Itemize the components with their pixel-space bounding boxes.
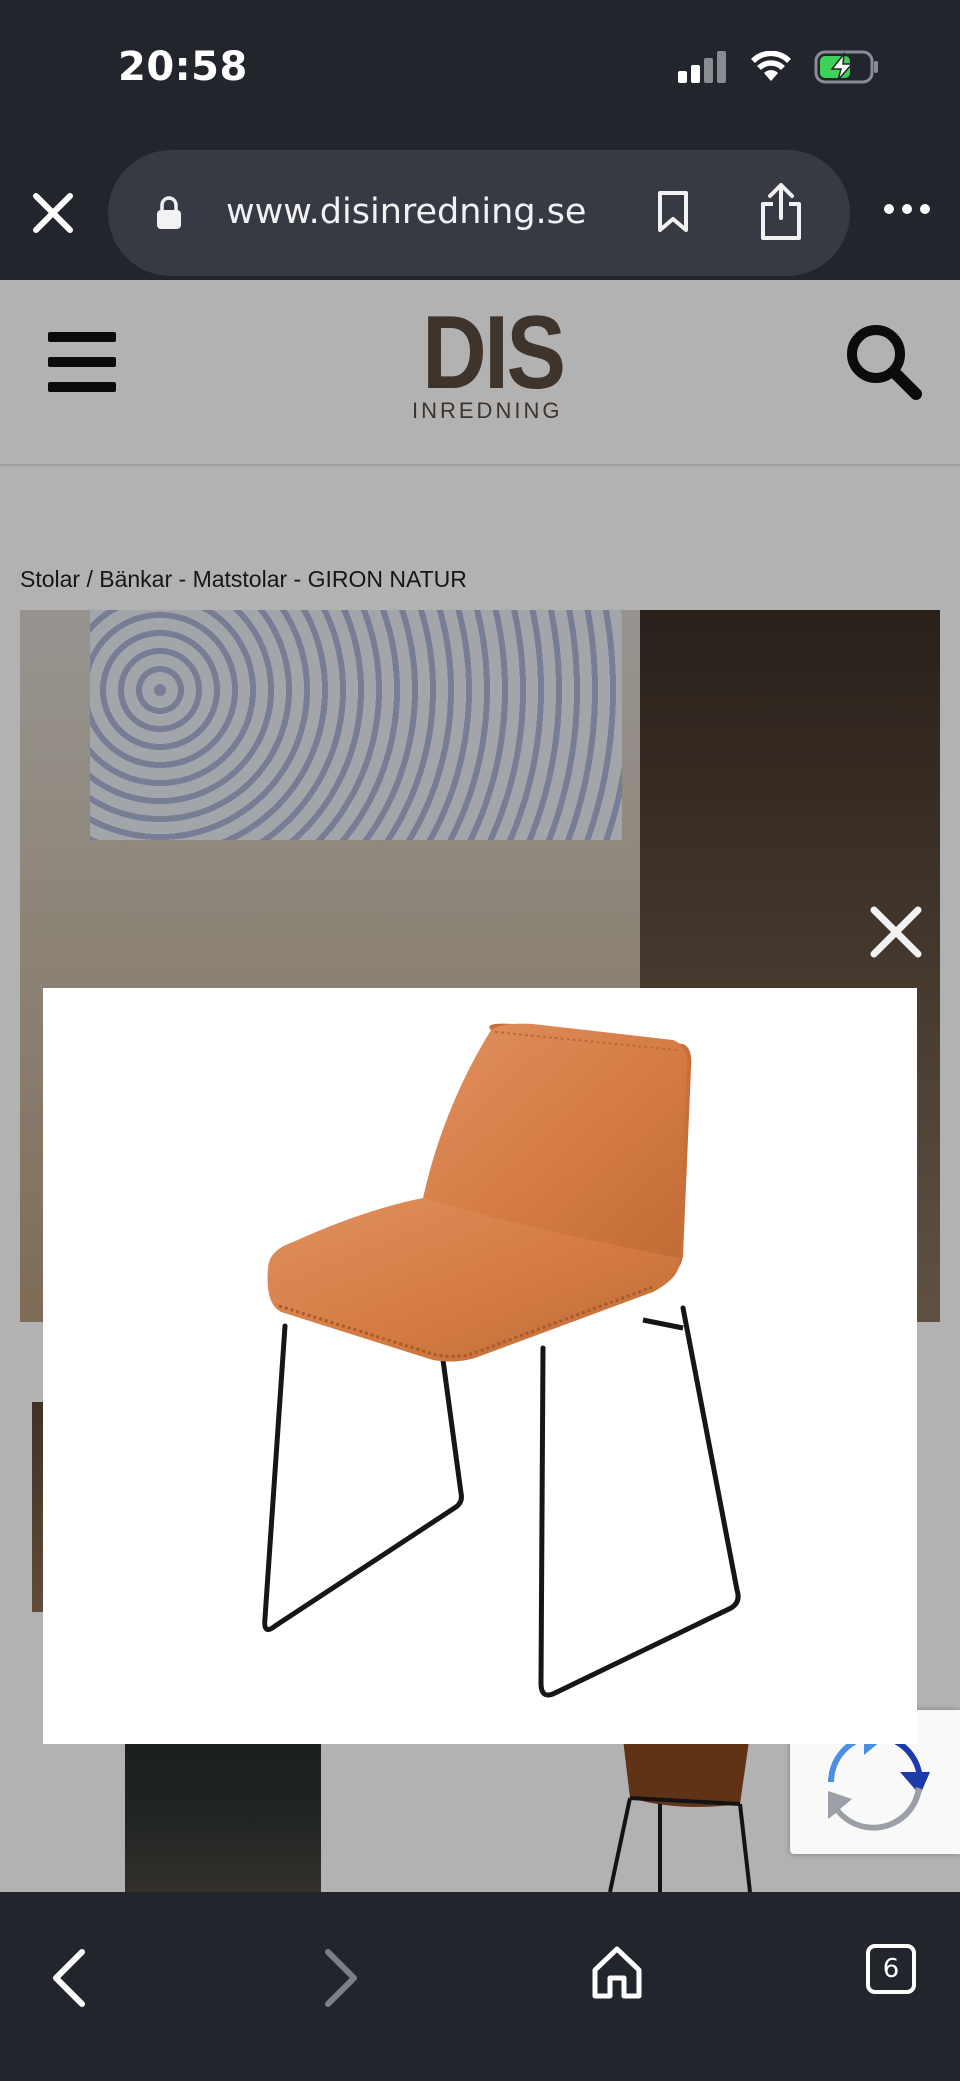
status-icons <box>678 50 880 84</box>
browser-toolbar: 6 <box>0 1892 960 2081</box>
lightbox-close-button[interactable] <box>868 904 924 960</box>
browser-address-bar: www.disinredning.se <box>0 140 960 280</box>
back-icon <box>53 1949 85 2007</box>
tabs-button[interactable]: 6 <box>866 1944 916 1994</box>
back-button[interactable] <box>50 1948 90 2013</box>
forward-button[interactable] <box>320 1948 360 2013</box>
battery-charging-icon <box>814 50 878 84</box>
lightbox-image[interactable] <box>43 988 917 1744</box>
url-text: www.disinredning.se <box>226 192 587 232</box>
lock-icon <box>157 196 181 229</box>
home-button[interactable] <box>590 1944 644 2007</box>
more-icon[interactable] <box>884 204 930 214</box>
web-page: DIS INREDNING Stolar / Bänkar - Matstola… <box>0 280 960 1892</box>
status-time: 20:58 <box>118 44 248 90</box>
wifi-icon <box>751 51 791 81</box>
cellular-signal-icon <box>678 51 726 83</box>
url-field[interactable]: www.disinredning.se <box>108 150 850 276</box>
close-icon <box>870 906 922 958</box>
close-icon <box>33 193 73 233</box>
bookmark-icon <box>658 191 688 232</box>
bookmark-button[interactable] <box>656 190 690 239</box>
home-icon <box>592 1946 642 1999</box>
share-icon <box>761 183 801 240</box>
status-bar: 20:58 <box>0 0 960 140</box>
forward-icon <box>325 1949 357 2007</box>
chair-image <box>262 1023 741 1698</box>
share-button[interactable] <box>758 182 804 247</box>
close-tab-button[interactable] <box>30 190 76 236</box>
